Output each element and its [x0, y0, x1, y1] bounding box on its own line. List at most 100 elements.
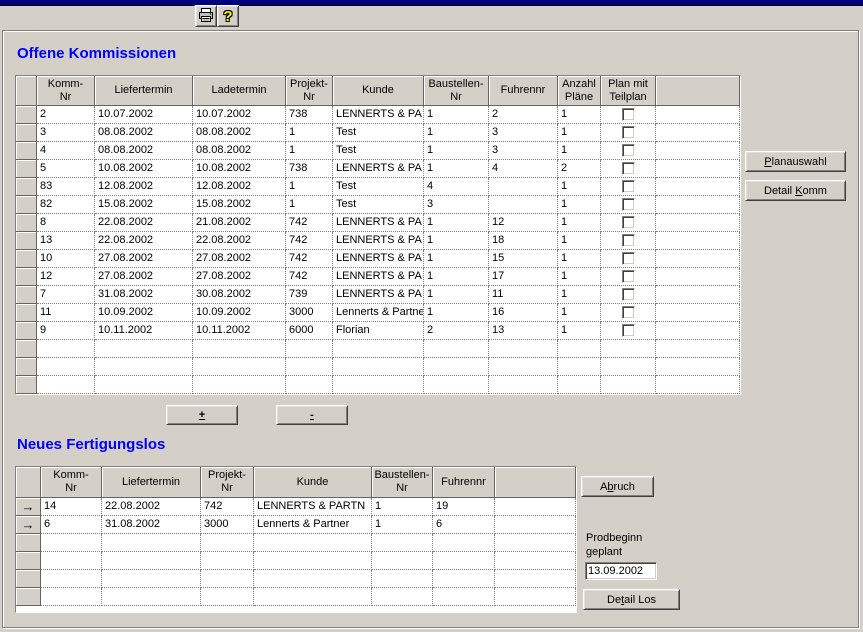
plan-mit-teilplan-checkbox[interactable] [622, 144, 635, 157]
grid-cell[interactable] [254, 588, 372, 606]
grid-cell[interactable] [102, 552, 201, 570]
grid-cell[interactable]: 7 [37, 286, 95, 304]
grid-cell[interactable] [433, 588, 495, 606]
grid-cell[interactable] [333, 376, 424, 394]
grid-cell[interactable]: 1 [424, 142, 489, 160]
plan-mit-teilplan-checkbox[interactable] [622, 306, 635, 319]
grid-cell[interactable]: 4 [424, 178, 489, 196]
grid-cell[interactable]: 1 [424, 286, 489, 304]
row-selector[interactable] [16, 178, 37, 196]
grid-cell[interactable] [558, 340, 601, 358]
row-selector[interactable] [16, 268, 37, 286]
grid-cell[interactable] [333, 340, 424, 358]
grid-cell[interactable] [95, 358, 193, 376]
grid-cell[interactable]: 27.08.2002 [193, 268, 286, 286]
grid-cell[interactable]: LENNERTS & PA [333, 214, 424, 232]
grid-cell[interactable]: 22.08.2002 [193, 232, 286, 250]
grid-cell[interactable]: 1 [558, 304, 601, 322]
row-selector[interactable] [16, 534, 41, 552]
grid-cell[interactable]: 11 [489, 286, 558, 304]
grid-cell[interactable]: 13 [37, 232, 95, 250]
grid-cell[interactable] [424, 376, 489, 394]
grid-cell[interactable]: 3000 [286, 304, 333, 322]
grid-cell[interactable]: 31.08.2002 [95, 286, 193, 304]
grid-cell[interactable] [41, 570, 102, 588]
planauswahl-button[interactable]: Planauswahl [745, 151, 846, 172]
grid-cell[interactable]: 738 [286, 160, 333, 178]
plan-mit-teilplan-checkbox[interactable] [622, 180, 635, 193]
row-selector[interactable] [16, 232, 37, 250]
grid-cell[interactable]: 15.08.2002 [95, 196, 193, 214]
grid-cell[interactable] [102, 570, 201, 588]
grid-cell[interactable] [201, 588, 254, 606]
grid-cell[interactable] [201, 534, 254, 552]
grid-cell[interactable] [201, 552, 254, 570]
grid-cell[interactable]: 12 [489, 214, 558, 232]
row-selector[interactable] [16, 376, 37, 394]
grid-cell[interactable]: 4 [37, 142, 95, 160]
grid-cell[interactable]: 1 [558, 268, 601, 286]
grid-cell[interactable]: Florian [333, 322, 424, 340]
grid-cell[interactable]: 22.08.2002 [102, 498, 201, 516]
grid-cell[interactable]: 1 [558, 142, 601, 160]
grid-cell[interactable]: 3 [37, 124, 95, 142]
grid-cell[interactable] [254, 570, 372, 588]
grid-cell[interactable]: 22.08.2002 [95, 214, 193, 232]
grid-cell[interactable]: 08.08.2002 [95, 124, 193, 142]
grid-cell[interactable] [424, 340, 489, 358]
grid-cell[interactable]: 12.08.2002 [193, 178, 286, 196]
grid-cell[interactable] [489, 196, 558, 214]
grid-cell[interactable]: 3 [489, 124, 558, 142]
grid-cell[interactable]: 1 [424, 250, 489, 268]
detail-komm-button[interactable]: Detail Komm [745, 180, 846, 201]
plan-mit-teilplan-checkbox[interactable] [622, 216, 635, 229]
grid-cell[interactable]: 27.08.2002 [95, 268, 193, 286]
grid-cell[interactable] [489, 358, 558, 376]
grid-cell[interactable]: 2 [424, 322, 489, 340]
grid-cell[interactable] [41, 588, 102, 606]
grid-cell[interactable]: 08.08.2002 [95, 142, 193, 160]
grid-cell[interactable] [254, 534, 372, 552]
grid-cell[interactable] [41, 552, 102, 570]
grid-cell[interactable] [433, 570, 495, 588]
grid-cell[interactable]: 5 [37, 160, 95, 178]
grid-cell[interactable]: 1 [424, 214, 489, 232]
row-selector[interactable] [16, 214, 37, 232]
grid-cell[interactable]: 3 [424, 196, 489, 214]
row-selector[interactable] [16, 570, 41, 588]
grid-cell[interactable] [558, 376, 601, 394]
grid-cell[interactable]: 1 [424, 106, 489, 124]
grid-cell[interactable]: 83 [37, 178, 95, 196]
grid-cell[interactable]: 1 [558, 286, 601, 304]
grid-cell[interactable]: 8 [37, 214, 95, 232]
grid-cell[interactable]: 10.11.2002 [95, 322, 193, 340]
grid-cell[interactable]: 08.08.2002 [193, 124, 286, 142]
grid-cell[interactable] [489, 178, 558, 196]
row-selector-arrow[interactable]: → [16, 498, 41, 516]
grid-cell[interactable] [95, 376, 193, 394]
grid-cell[interactable]: 6000 [286, 322, 333, 340]
grid-cell[interactable]: 2 [489, 106, 558, 124]
grid-cell[interactable]: LENNERTS & PA [333, 286, 424, 304]
grid-cell[interactable]: 6 [41, 516, 102, 534]
remove-row-button[interactable]: - [276, 405, 348, 425]
grid-cell[interactable]: 10.08.2002 [95, 160, 193, 178]
grid-cell[interactable]: 1 [372, 516, 433, 534]
grid-cell[interactable] [193, 376, 286, 394]
grid-cell[interactable]: 1 [558, 124, 601, 142]
grid-cell[interactable] [372, 552, 433, 570]
grid-cell[interactable]: 1 [286, 196, 333, 214]
grid-cell[interactable] [41, 534, 102, 552]
grid-cell[interactable]: 1 [558, 214, 601, 232]
grid-cell[interactable]: 15.08.2002 [193, 196, 286, 214]
grid-cell[interactable] [37, 358, 95, 376]
grid-cell[interactable] [558, 358, 601, 376]
grid-cell[interactable]: 17 [489, 268, 558, 286]
grid-cell[interactable]: 10.07.2002 [193, 106, 286, 124]
plan-mit-teilplan-checkbox[interactable] [622, 288, 635, 301]
grid-cell[interactable]: 1 [558, 322, 601, 340]
print-button[interactable] [195, 5, 217, 27]
plan-mit-teilplan-checkbox[interactable] [622, 198, 635, 211]
grid-cell[interactable]: 08.08.2002 [193, 142, 286, 160]
grid-cell[interactable]: LENNERTS & PA [333, 160, 424, 178]
